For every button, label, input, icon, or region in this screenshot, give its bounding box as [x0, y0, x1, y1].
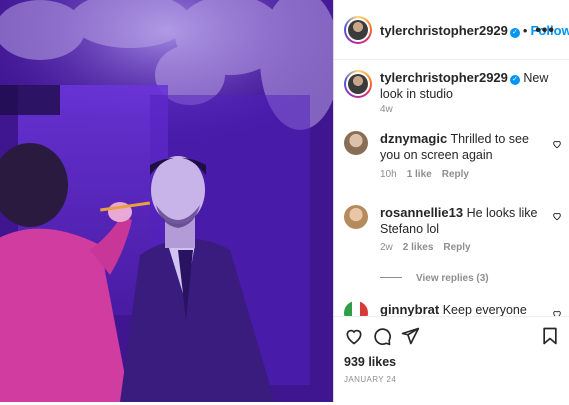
comment-like-heart-icon[interactable] [552, 139, 562, 149]
view-replies-button[interactable]: View replies (3) [380, 273, 489, 284]
comment-meta: 10h 1 like Reply [380, 169, 479, 180]
comment-like-heart-icon[interactable] [552, 309, 562, 316]
caption-text: tylerchristopher2929 ✓ New look in studio [380, 70, 552, 102]
author-avatar[interactable] [344, 16, 372, 44]
reply-button[interactable]: Reply [442, 169, 469, 180]
comment-meta: 2w 2 likes Reply [380, 242, 481, 253]
comment-text: dznymagic Thrilled to see you on screen … [380, 131, 552, 163]
likes-count[interactable]: 939 likes [344, 355, 396, 369]
comment-text: ginnybrat Keep everyone [380, 302, 552, 316]
author-username[interactable]: tylerchristopher2929 [380, 23, 508, 38]
caption-author-username[interactable]: tylerchristopher2929 [380, 70, 508, 85]
comment-item: ginnybrat Keep everyone [344, 301, 562, 316]
comment-bubble-icon[interactable] [372, 326, 392, 346]
post-date: JANUARY 24 [344, 375, 397, 384]
post-side-panel: tylerchristopher2929 ✓ • Follow ••• tylerch… [334, 0, 569, 405]
comment-time: 2w [380, 242, 393, 253]
comment-avatar[interactable] [344, 205, 368, 229]
post-photo-scene [0, 0, 333, 402]
post-photo [0, 0, 333, 402]
comment-avatar[interactable] [344, 301, 368, 316]
comment-body: Keep everyone [442, 303, 527, 316]
caption-author-avatar[interactable] [344, 70, 372, 98]
like-heart-icon[interactable] [344, 326, 364, 346]
save-bookmark-icon[interactable] [540, 326, 560, 346]
caption-meta: 4w [380, 104, 403, 115]
comment-text: rosannellie13 He looks like Stefano lol [380, 205, 552, 237]
comment-username[interactable]: rosannellie13 [380, 205, 463, 220]
comment-username[interactable]: ginnybrat [380, 302, 439, 316]
more-options-icon[interactable]: ••• [535, 22, 555, 40]
comment-like-count[interactable]: 1 like [407, 169, 432, 180]
comment-avatar[interactable] [344, 131, 368, 155]
view-replies-label: View replies (3) [416, 273, 489, 284]
comment-time: 10h [380, 169, 397, 180]
comment-like-count[interactable]: 2 likes [403, 242, 434, 253]
post-actions: 939 likes JANUARY 24 [334, 316, 569, 405]
caption-verified-badge-icon: ✓ [509, 75, 520, 85]
view-replies-line [380, 277, 402, 278]
verified-badge-icon: ✓ [509, 28, 520, 38]
comment-like-heart-icon[interactable] [552, 211, 562, 221]
comment-username[interactable]: dznymagic [380, 131, 447, 146]
post-header: tylerchristopher2929 ✓ • Follow ••• [334, 0, 569, 60]
reply-button[interactable]: Reply [443, 242, 470, 253]
header-separator: • [522, 23, 528, 38]
caption-age: 4w [380, 104, 393, 115]
share-paper-plane-icon[interactable] [400, 326, 420, 346]
